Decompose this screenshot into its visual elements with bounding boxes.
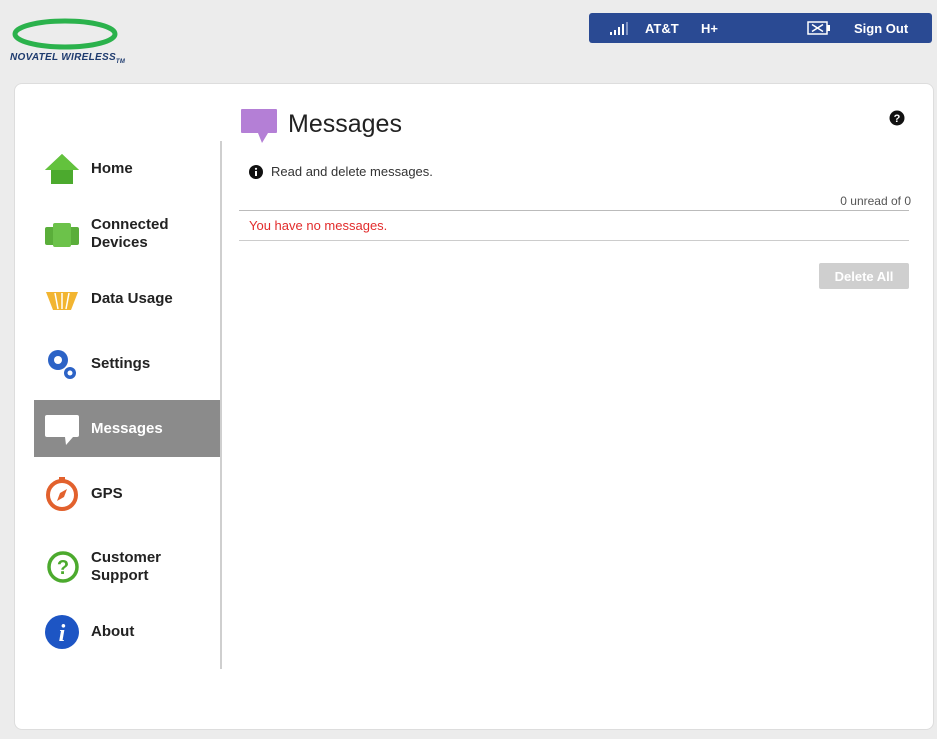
empty-messages-text: You have no messages. [249, 218, 388, 233]
sidebar-item-label: Messages [91, 419, 163, 437]
battery-icon [807, 21, 830, 35]
sidebar-item-connected-devices[interactable]: Connected Devices [34, 197, 221, 270]
signal-strength-icon [610, 22, 628, 35]
sidebar-item-home[interactable]: Home [34, 140, 221, 197]
info-about-icon: i [45, 614, 79, 649]
sidebar-item-label: Data Usage [91, 289, 173, 307]
novatel-logo: NOVATEL WIRELESSTM [10, 12, 140, 72]
svg-text:?: ? [57, 557, 69, 579]
network-type: H+ [701, 21, 718, 36]
support-icon: ? [47, 550, 79, 583]
divider-line [239, 210, 909, 211]
home-icon [45, 153, 79, 184]
svg-text:?: ? [894, 113, 901, 125]
unread-count: 0 unread of 0 [840, 194, 911, 208]
sidebar-item-data-usage[interactable]: Data Usage [34, 270, 221, 327]
sidebar-item-gps[interactable]: GPS [34, 457, 221, 530]
brand-name: NOVATEL WIRELESSTM [10, 52, 126, 65]
sidebar-divider [220, 141, 222, 669]
sidebar-item-label: Home [91, 159, 133, 177]
delete-all-button[interactable]: Delete All [819, 263, 909, 289]
sign-out-button[interactable]: Sign Out [854, 21, 908, 36]
sidebar-item-customer-support[interactable]: ? Customer Support [34, 530, 221, 603]
messages-title-icon [241, 109, 277, 143]
connected-devices-icon [45, 222, 79, 247]
page-description: Read and delete messages. [271, 164, 433, 179]
sidebar-item-settings[interactable]: Settings [34, 327, 221, 400]
compass-icon [46, 476, 78, 511]
data-usage-icon [46, 291, 78, 310]
sidebar-item-label: Customer Support [91, 548, 162, 584]
status-bar: AT&T H+ Sign Out [589, 13, 932, 43]
info-icon [249, 165, 263, 179]
sidebar-item-label: Settings [91, 354, 151, 372]
page-title: Messages [288, 110, 402, 138]
help-icon[interactable]: ? [889, 110, 905, 126]
settings-gear-icon [48, 349, 76, 379]
sidebar-nav: Home Connected Devices Data Usage Settin… [34, 140, 221, 660]
divider-line [239, 240, 909, 241]
sidebar-item-about[interactable]: i About [34, 603, 221, 660]
main-panel: Home Connected Devices Data Usage Settin… [14, 83, 934, 730]
sidebar-item-label: About [91, 622, 135, 640]
sidebar-item-messages[interactable]: Messages [34, 400, 221, 457]
sidebar-item-label: Connected Devices [91, 215, 169, 251]
messages-icon [45, 414, 79, 445]
swoosh-icon [12, 18, 118, 50]
sidebar-item-label: GPS [91, 484, 123, 502]
svg-text:i: i [59, 621, 66, 647]
carrier-name: AT&T [645, 21, 679, 36]
